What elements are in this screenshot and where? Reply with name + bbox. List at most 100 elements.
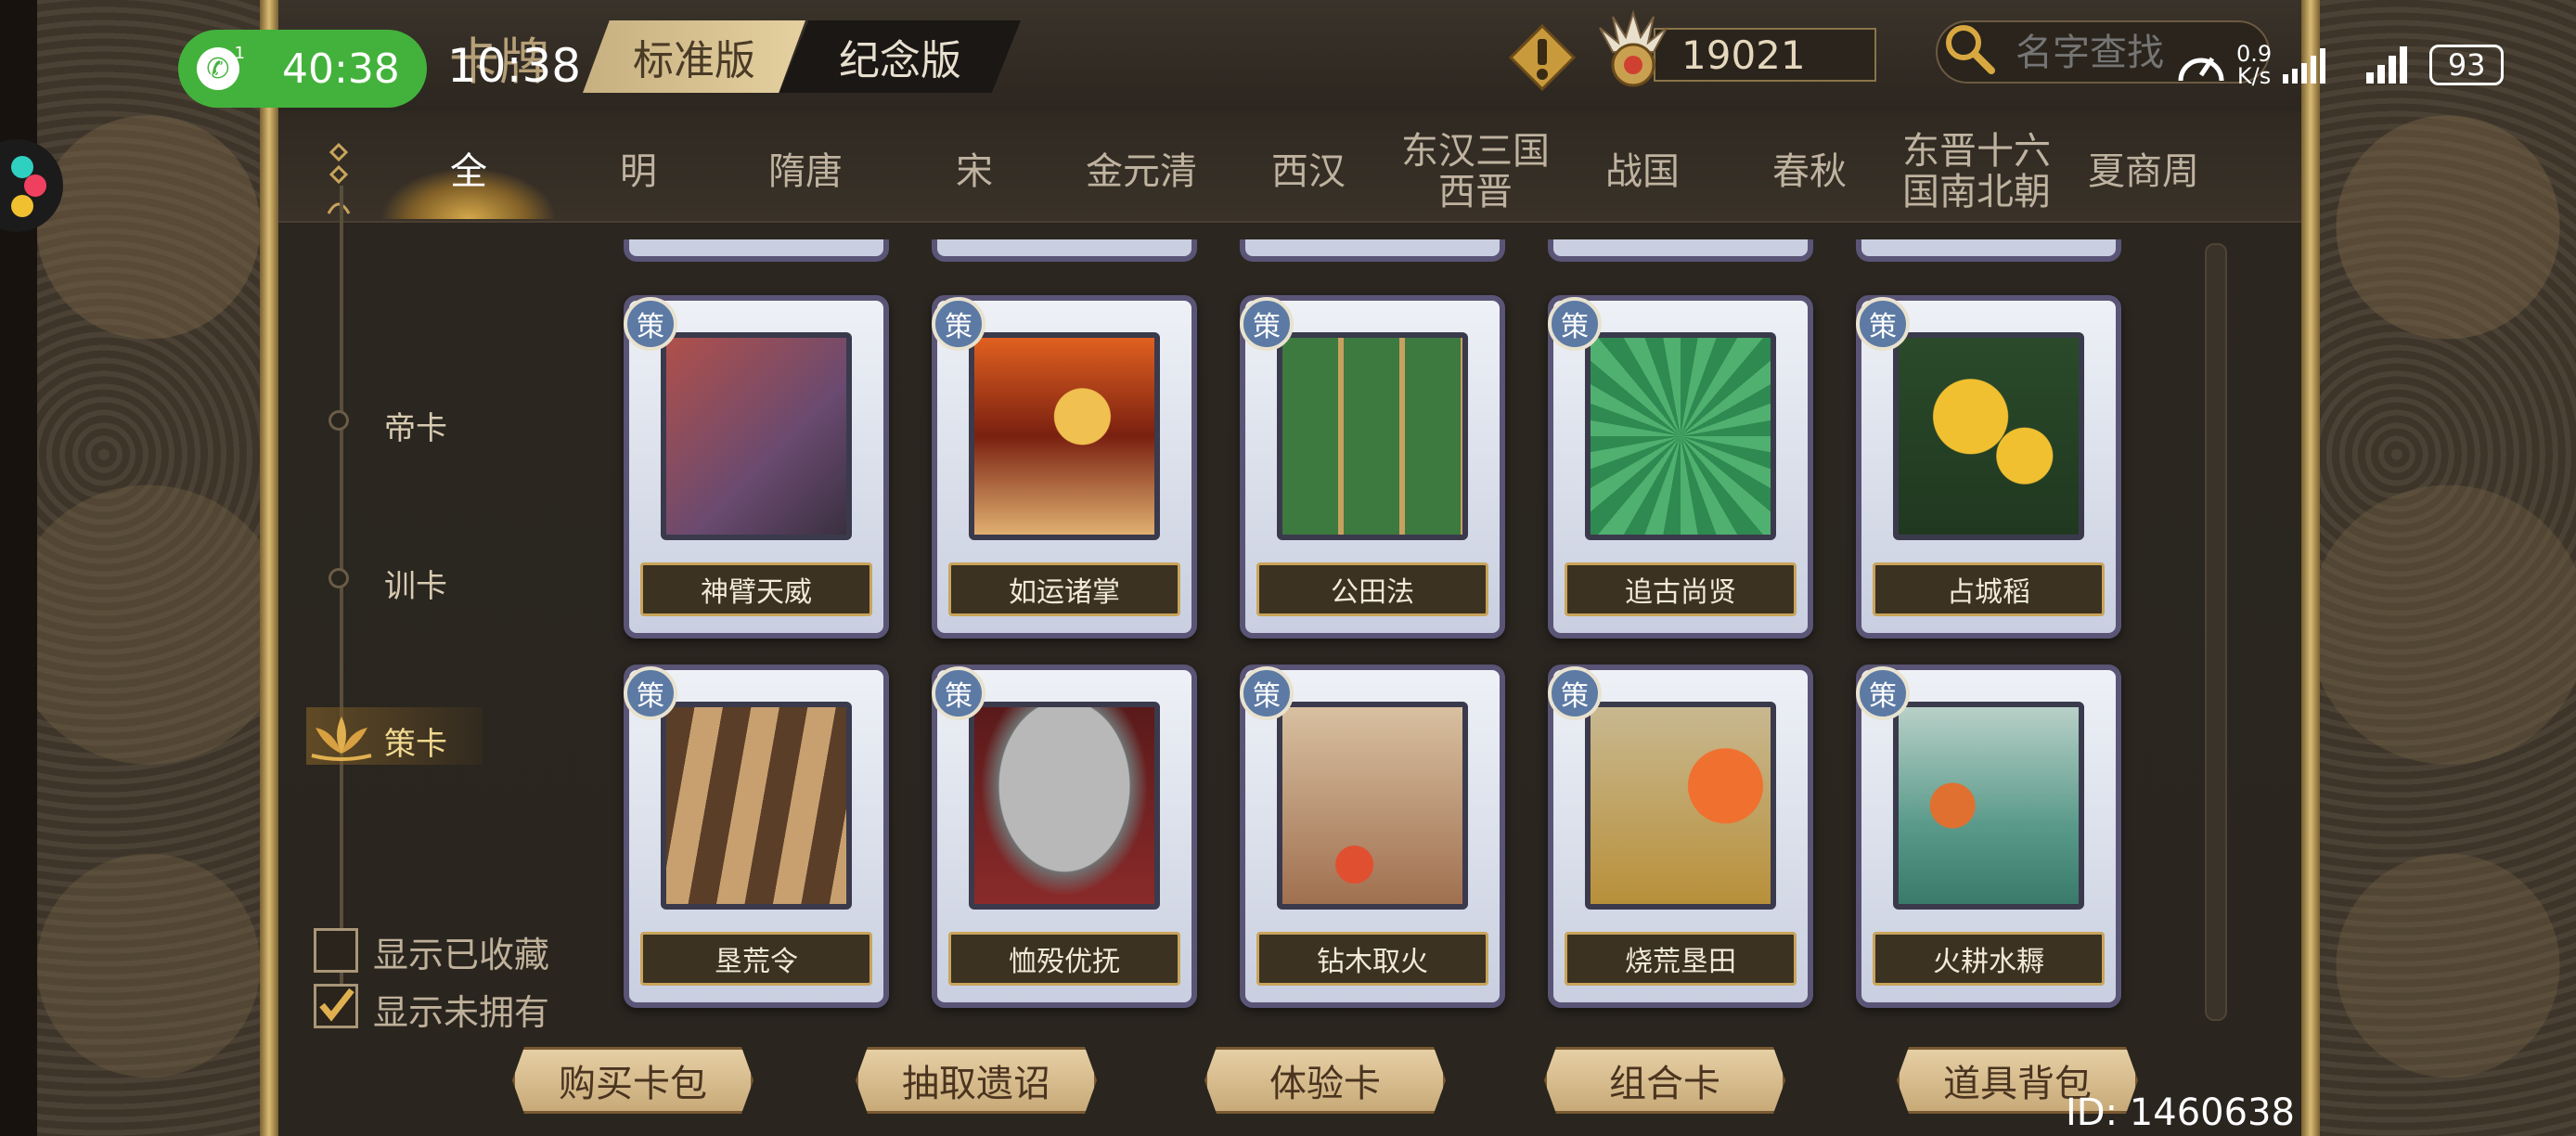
strategy-badge: 策	[1548, 666, 1602, 720]
tab-era-7[interactable]: 战国	[1559, 130, 1726, 213]
tab-era-9[interactable]: 东晋十六 国南北朝	[1893, 130, 2060, 213]
crossbow-soldier-art	[661, 332, 852, 540]
feather-helmet-icon	[1596, 9, 1670, 93]
era-tabs-decoration	[325, 139, 353, 223]
category-strategy[interactable]: 策卡	[384, 718, 447, 764]
card-partial[interactable]	[932, 239, 1197, 262]
checkmark-icon	[319, 988, 354, 1022]
card-name-bar: 烧荒垦田	[1565, 932, 1797, 986]
warning-icon[interactable]	[1508, 23, 1577, 92]
card-partial[interactable]	[1240, 239, 1505, 262]
card-name-bar: 恤殁优抚	[948, 932, 1180, 986]
right-dragon-panel	[2320, 0, 2576, 1136]
hands-spiral-art	[1585, 332, 1776, 540]
draw-edict-button[interactable]: 抽取遗诏	[856, 1047, 1097, 1114]
card-name: 烧荒垦田	[1625, 946, 1736, 978]
left-dragon-panel	[37, 0, 260, 1136]
status-clock: 10:38	[447, 39, 582, 93]
tab-era-1[interactable]: 明	[555, 130, 722, 213]
left-gold-border	[260, 0, 278, 1136]
card-helmet[interactable]: 策恤殁优抚	[932, 665, 1197, 1008]
card-name: 神臂天威	[701, 576, 812, 609]
card-name-bar: 神臂天威	[640, 562, 872, 616]
card-name-bar: 公田法	[1256, 562, 1488, 616]
card-name: 火耕水耨	[1933, 946, 2044, 978]
strategy-badge: 策	[932, 297, 985, 351]
card-rice-ears[interactable]: 策占城稻	[1856, 295, 2121, 639]
call-timer: 40:38	[282, 45, 400, 93]
right-gold-border	[2301, 0, 2320, 1136]
fire-drill-art	[1277, 702, 1468, 910]
strategy-badge: 策	[624, 297, 677, 351]
card-partial[interactable]	[1548, 239, 1813, 262]
card-partial[interactable]	[624, 239, 889, 262]
strategy-badge: 策	[1856, 297, 1910, 351]
signal-icon	[2283, 48, 2326, 84]
signal-icon-2	[2366, 46, 2408, 84]
combo-card-button[interactable]: 组合卡	[1544, 1047, 1785, 1114]
tab-era-0[interactable]: 全	[385, 130, 552, 213]
card-name-bar: 追古尚贤	[1565, 562, 1797, 616]
card-green-field[interactable]: 策公田法	[1240, 295, 1505, 639]
tab-era-5[interactable]: 西汉	[1225, 130, 1392, 213]
category-emperor[interactable]: 帝卡	[384, 403, 447, 448]
card-fire-drill[interactable]: 策钻木取火	[1240, 665, 1505, 1008]
card-burning-field[interactable]: 策烧荒垦田	[1548, 665, 1813, 1008]
floating-app-icon[interactable]	[0, 121, 67, 251]
show-unowned-label: 显示未拥有	[373, 992, 550, 1033]
phone-icon: ✆ 1	[197, 44, 245, 90]
card-name: 追古尚贤	[1625, 576, 1736, 609]
lotus-icon	[308, 713, 375, 761]
tab-era-10[interactable]: 夏商周	[2060, 130, 2227, 213]
strategy-badge: 策	[1856, 666, 1910, 720]
tab-era-4[interactable]: 金元清	[1058, 130, 1225, 213]
search-icon[interactable]	[1939, 19, 1999, 78]
timeline-dot	[328, 410, 349, 431]
rice-ears-art	[1893, 332, 2084, 540]
tab-era-8[interactable]: 春秋	[1726, 130, 1893, 213]
coin-counter: 19021	[1654, 28, 1876, 82]
tab-standard-edition[interactable]: 标准版	[583, 20, 805, 93]
strategy-badge: 策	[1548, 297, 1602, 351]
tab-era-2[interactable]: 隋唐	[722, 130, 889, 213]
user-id: ID: 1460638	[2066, 1091, 2295, 1134]
helmet-art	[969, 702, 1160, 910]
buy-card-pack-button[interactable]: 购买卡包	[512, 1047, 753, 1114]
category-training[interactable]: 训卡	[384, 561, 447, 606]
show-collected-checkbox[interactable]	[314, 928, 358, 973]
card-name: 公田法	[1331, 576, 1414, 609]
card-name: 如运诸掌	[1009, 576, 1120, 609]
card-crossbow-soldier[interactable]: 策神臂天威	[624, 295, 889, 639]
call-indicator[interactable]: ✆ 1 40:38	[178, 30, 427, 108]
show-unowned-checkbox[interactable]	[314, 984, 358, 1028]
strategy-badge: 策	[932, 666, 985, 720]
tab-memorial-edition[interactable]: 纪念版	[779, 20, 1021, 93]
burning-field-art	[1585, 702, 1776, 910]
plowed-land-art	[661, 702, 852, 910]
speed-gauge-icon	[2178, 57, 2224, 82]
card-name-bar: 垦荒令	[640, 932, 872, 986]
card-terraced-fields[interactable]: 策火耕水耨	[1856, 665, 2121, 1008]
card-partial[interactable]	[1856, 239, 2121, 262]
card-name-bar: 如运诸掌	[948, 562, 1180, 616]
trial-card-button[interactable]: 体验卡	[1204, 1047, 1446, 1114]
card-name-bar: 占城稻	[1873, 562, 2105, 616]
tab-era-3[interactable]: 宋	[891, 130, 1058, 213]
card-coins-in-hand[interactable]: 策如运诸掌	[932, 295, 1197, 639]
card-name: 占城稻	[1947, 576, 2030, 609]
card-name-bar: 火耕水耨	[1873, 932, 2105, 986]
net-speed: 0.9 K/s	[2236, 41, 2273, 89]
coins-in-hand-art	[969, 332, 1160, 540]
tab-era-6[interactable]: 东汉三国 西晋	[1392, 130, 1559, 213]
battery-indicator: 93	[2429, 45, 2505, 85]
category-timeline	[340, 186, 343, 1021]
card-hands-spiral[interactable]: 策追古尚贤	[1548, 295, 1813, 639]
green-field-art	[1277, 332, 1468, 540]
show-collected-label: 显示已收藏	[373, 935, 550, 975]
card-plowed-land[interactable]: 策垦荒令	[624, 665, 889, 1008]
terraced-fields-art	[1893, 702, 2084, 910]
strategy-badge: 策	[1240, 297, 1294, 351]
timeline-dot	[328, 568, 349, 588]
card-name-bar: 钻木取火	[1256, 932, 1488, 986]
card-grid-scrollbar[interactable]	[2205, 243, 2227, 1021]
